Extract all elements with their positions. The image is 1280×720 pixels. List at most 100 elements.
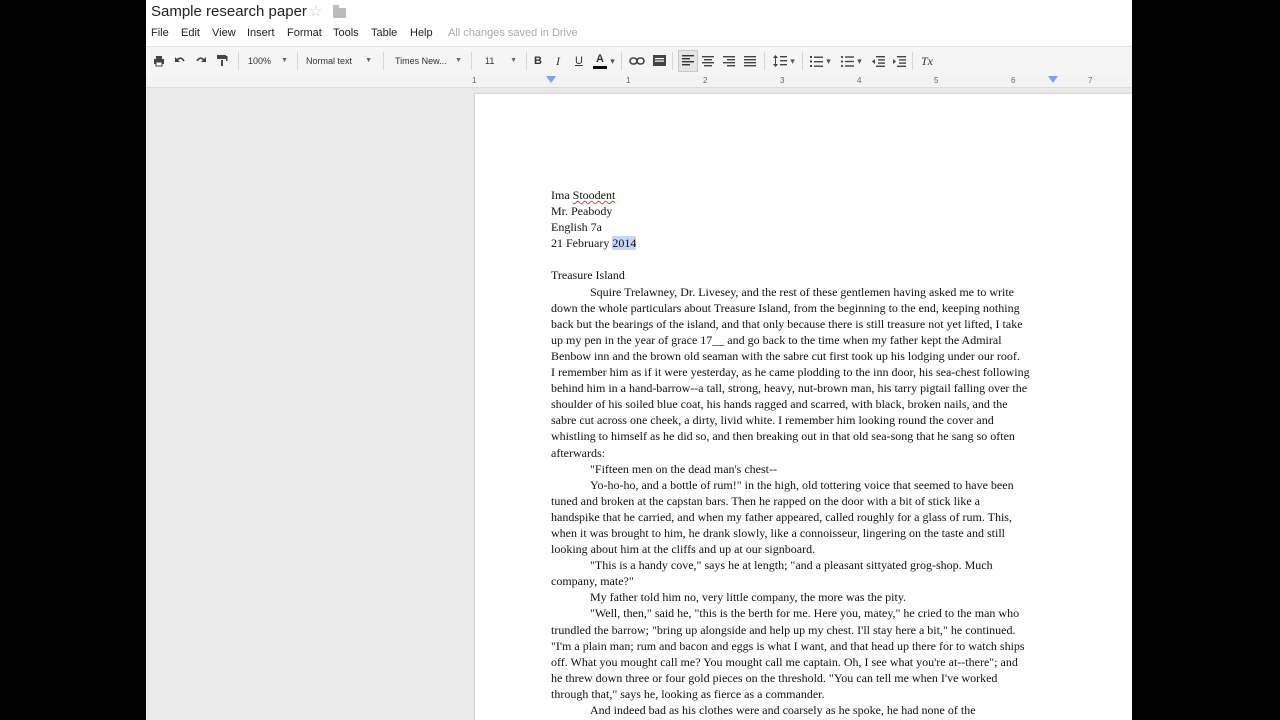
star-icon[interactable]: ☆ xyxy=(309,3,322,21)
left-indent-marker-icon[interactable] xyxy=(546,76,556,83)
text-line: And indeed bad as his clothes were and c… xyxy=(590,703,976,717)
text-line: tuned and broken at the capstan bars. Th… xyxy=(551,493,980,508)
menu-bar: File Edit View Insert Format Tools Table… xyxy=(146,26,1132,46)
caret-down-icon[interactable]: ▾ xyxy=(609,51,616,71)
print-icon[interactable] xyxy=(151,51,167,71)
text-line: company, mate?" xyxy=(551,574,634,589)
course-name: English 7a xyxy=(551,220,602,235)
style-select[interactable]: Normal text ▼ xyxy=(306,51,372,71)
caret-down-icon: ▼ xyxy=(510,57,517,64)
align-left-icon[interactable] xyxy=(678,50,698,72)
ruler-number: 3 xyxy=(780,76,785,85)
author-name: Ima Stoodent xyxy=(551,187,1061,203)
menu-tools[interactable]: Tools xyxy=(333,27,359,39)
justify-icon[interactable] xyxy=(742,51,758,71)
toolbar-divider xyxy=(297,52,298,70)
caret-down-icon[interactable]: ▾ xyxy=(789,51,796,71)
ruler-number: 4 xyxy=(857,76,862,85)
redo-icon[interactable] xyxy=(193,51,209,71)
text-line: "This is a handy cove," says he at lengt… xyxy=(590,558,993,573)
author-first-name: Ima xyxy=(551,188,573,202)
line-spacing-icon[interactable] xyxy=(771,51,789,71)
undo-icon[interactable] xyxy=(172,51,188,71)
toolbar-divider xyxy=(764,52,765,70)
toolbar-divider xyxy=(526,52,527,70)
toolbar: 100% ▼ Normal text ▼ Times New... ▼ 11 ▼ B I… xyxy=(146,46,1132,76)
text-line: up my pen in the year of grace 17__ and … xyxy=(551,332,1002,347)
toolbar-divider xyxy=(912,52,913,70)
menu-file[interactable]: File xyxy=(151,27,169,39)
date-text: 21 February xyxy=(551,236,613,251)
ruler-number: 7 xyxy=(1088,76,1093,85)
comment-icon[interactable] xyxy=(651,51,667,71)
text-line: Benbow inn and the brown old seaman with… xyxy=(551,348,1020,363)
title-bar: Sample research paper ☆ xyxy=(146,0,1132,26)
paragraph-lines: Squire Trelawney, Dr. Livesey, and the r… xyxy=(551,284,1061,719)
font-select[interactable]: Times New... ▼ xyxy=(395,51,462,71)
right-indent-marker-icon[interactable] xyxy=(1048,76,1058,83)
text-line: My father told him no, very little compa… xyxy=(590,590,907,605)
toolbar-divider xyxy=(238,52,239,70)
toolbar-divider xyxy=(471,52,472,70)
menu-table[interactable]: Table xyxy=(371,27,397,39)
docs-window: Sample research paper ☆ File Edit View I… xyxy=(146,0,1132,720)
ruler-number: 1 xyxy=(472,76,477,85)
font-size-value: 11 xyxy=(485,56,495,66)
folder-icon[interactable] xyxy=(333,5,346,18)
paint-format-icon[interactable] xyxy=(214,51,230,71)
text-line: he threw down three or four gold pieces … xyxy=(551,670,998,685)
toolbar-divider xyxy=(383,52,384,70)
selected-text: 2014 xyxy=(612,236,637,251)
ruler-number: 6 xyxy=(1011,76,1016,85)
menu-edit[interactable]: Edit xyxy=(181,27,200,39)
align-right-icon[interactable] xyxy=(721,51,737,71)
save-status[interactable]: All changes saved in Drive xyxy=(448,27,578,39)
bulleted-list-icon[interactable] xyxy=(839,51,855,71)
text-line: afterwards: xyxy=(551,445,605,460)
caret-down-icon: ▼ xyxy=(365,57,372,64)
align-center-icon[interactable] xyxy=(700,51,716,71)
link-icon[interactable] xyxy=(628,51,646,71)
clear-formatting-button[interactable]: Tx xyxy=(919,51,935,71)
text-color-button[interactable]: A xyxy=(593,51,607,69)
text-line: behind him in a hand-barrow--a tall, str… xyxy=(551,381,1028,396)
underline-button[interactable]: U xyxy=(572,51,586,71)
caret-down-icon[interactable]: ▾ xyxy=(856,51,863,71)
menu-insert[interactable]: Insert xyxy=(247,27,275,39)
caret-down-icon: ▼ xyxy=(281,57,288,64)
menu-format[interactable]: Format xyxy=(287,27,322,39)
zoom-select[interactable]: 100% ▼ xyxy=(248,51,288,71)
text-line: trundled the barrow; "bring up alongside… xyxy=(551,622,1016,637)
text-line: shoulder of his soiled blue coat, his ha… xyxy=(551,397,1008,412)
caret-down-icon: ▼ xyxy=(455,57,462,64)
text-line: off. What you mought call me? You mought… xyxy=(551,654,1018,669)
text-line: sabre cut across one cheek, a dirty, liv… xyxy=(551,413,994,428)
menu-view[interactable]: View xyxy=(212,27,236,39)
toolbar-divider xyxy=(802,52,803,70)
document-page[interactable]: Ima Stoodent Mr. Peabody English 7a 21 F… xyxy=(475,94,1132,720)
increase-indent-icon[interactable] xyxy=(891,51,907,71)
numbered-list-icon[interactable] xyxy=(808,51,824,71)
ruler-number: 2 xyxy=(703,76,708,85)
font-size-select[interactable]: 11 ▼ xyxy=(485,51,517,71)
teacher-name: Mr. Peabody xyxy=(551,204,613,219)
document-title[interactable]: Sample research paper xyxy=(151,3,307,20)
bold-button[interactable]: B xyxy=(531,51,545,71)
ruler-number: 5 xyxy=(934,76,939,85)
caret-down-icon[interactable]: ▾ xyxy=(825,51,832,71)
decrease-indent-icon[interactable] xyxy=(870,51,886,71)
text-line: Yo-ho-ho, and a bottle of rum!" in the h… xyxy=(590,477,1014,492)
italic-button[interactable]: I xyxy=(551,51,565,71)
text-line: I remember him as if it were yesterday, … xyxy=(551,365,1030,380)
text-line: handspike that he carried, and when my f… xyxy=(551,509,1012,524)
horizontal-ruler[interactable]: 1 1 2 3 4 5 6 7 xyxy=(146,75,1132,88)
text-line: back but the bearings of the island, and… xyxy=(551,316,1023,331)
font-value: Times New... xyxy=(395,56,447,66)
zoom-value: 100% xyxy=(248,56,272,66)
text-line: Squire Trelawney, Dr. Livesey, and the r… xyxy=(590,284,1015,299)
style-value: Normal text xyxy=(306,56,353,66)
document-body[interactable]: Ima Stoodent Mr. Peabody English 7a 21 F… xyxy=(551,187,1061,718)
menu-help[interactable]: Help xyxy=(410,27,433,39)
text-line: through that," says he, looking as fierc… xyxy=(551,686,825,701)
